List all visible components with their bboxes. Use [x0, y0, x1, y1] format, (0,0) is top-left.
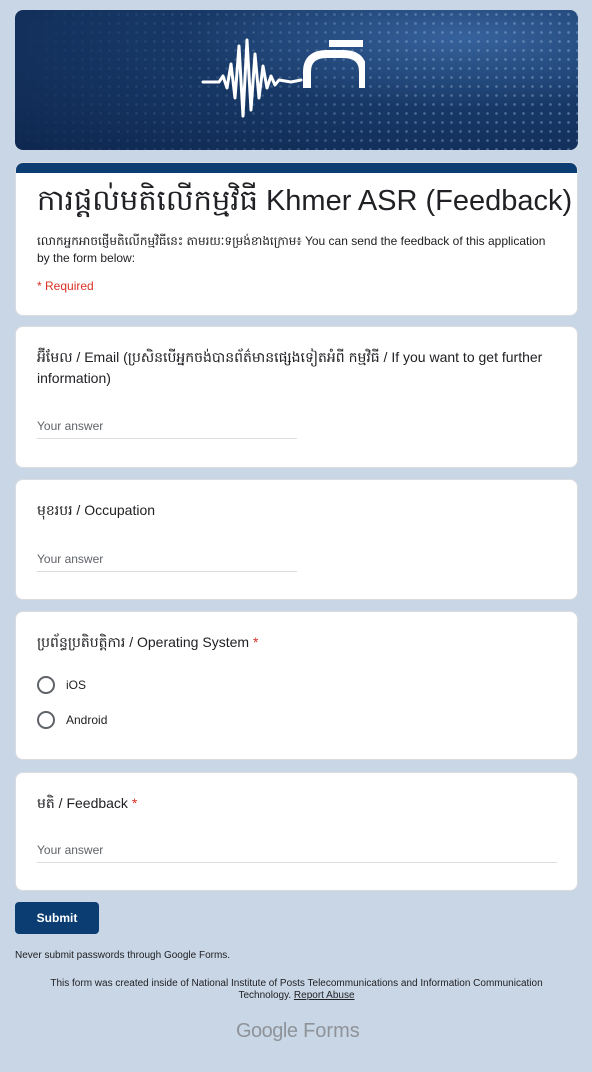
- required-star: *: [252, 634, 259, 650]
- radio-label: iOS: [66, 678, 87, 692]
- form-description: លោកអ្នកអាចផ្ញើមតិលើកម្មវិធីនេះ តាមរយៈទម្…: [37, 234, 546, 265]
- radio-option-android[interactable]: Android: [37, 711, 107, 729]
- radio-option-ios[interactable]: iOS: [37, 676, 86, 694]
- question-title-text: មតិ / Feedback: [37, 795, 128, 811]
- header-banner: [15, 10, 578, 150]
- question-operating-system: ប្រព័ន្ធប្រតិបត្តិការ / Operating System…: [15, 611, 578, 760]
- required-star: *: [131, 795, 138, 811]
- question-email: អ៊ីមែល / Email (ប្រសិនបើអ្នកចង់បានព័ត៌មា…: [15, 326, 578, 468]
- occupation-input[interactable]: Your answer: [37, 548, 297, 572]
- created-by-notice: This form was created inside of National…: [25, 978, 568, 1002]
- question-title: មុខរបរ / Occupation: [37, 502, 156, 518]
- email-input[interactable]: Your answer: [37, 415, 297, 439]
- google-wordmark: Google: [236, 1020, 298, 1042]
- question-feedback: មតិ / Feedback * Your answer: [15, 772, 578, 891]
- question-occupation: មុខរបរ / Occupation Your answer: [15, 479, 578, 600]
- form-header-card: ការផ្តល់មតិលើកម្មវិធី Khmer ASR (Feedbac…: [15, 162, 578, 316]
- question-title: អ៊ីមែល / Email (ប្រសិនបើអ្នកចង់បានព័ត៌មា…: [37, 349, 543, 386]
- google-forms-logo[interactable]: Google Forms: [236, 1020, 360, 1043]
- submit-button[interactable]: Submit: [15, 902, 99, 934]
- radio-unchecked-icon[interactable]: [37, 676, 55, 694]
- question-title-text: ប្រព័ន្ធប្រតិបត្តិការ / Operating System: [37, 634, 250, 650]
- form-title: ការផ្តល់មតិលើកម្មវិធី Khmer ASR (Feedbac…: [37, 185, 573, 217]
- accent-bar: [16, 163, 577, 173]
- forms-wordmark: Forms: [303, 1020, 360, 1042]
- form-container: ការផ្តល់មតិលើកម្មវិធី Khmer ASR (Feedbac…: [15, 10, 578, 1042]
- password-warning: Never submit passwords through Google Fo…: [15, 950, 231, 961]
- radio-unchecked-icon[interactable]: [37, 711, 55, 729]
- report-abuse-link[interactable]: Report Abuse: [294, 990, 355, 1001]
- feedback-input[interactable]: Your answer: [37, 839, 557, 863]
- required-note: * Required: [37, 279, 94, 293]
- question-title: មតិ / Feedback *: [37, 793, 137, 814]
- radio-label: Android: [66, 713, 108, 727]
- question-title: ប្រព័ន្ធប្រតិបត្តិការ / Operating System…: [37, 632, 258, 653]
- sound-wave-logo-icon: [201, 38, 365, 118]
